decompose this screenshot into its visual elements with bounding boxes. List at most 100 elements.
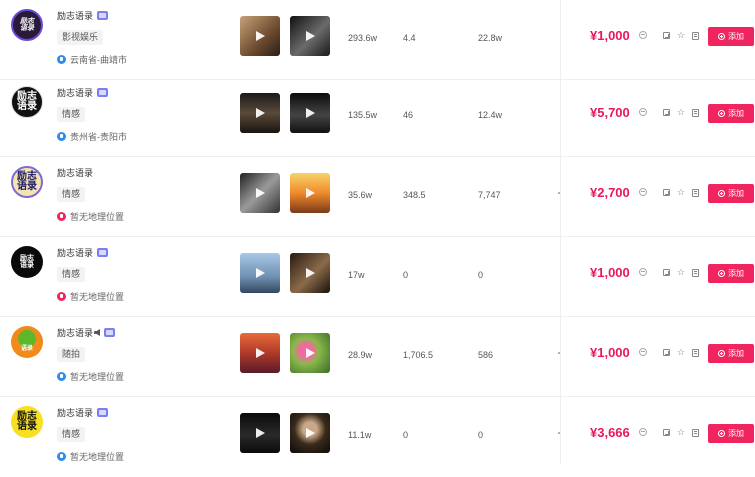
location-text: 暂无地理位置	[70, 372, 125, 382]
avatar[interactable]: 励志 语录	[11, 406, 43, 438]
add-button-label: 添加	[728, 269, 744, 278]
location: 暂无地理位置	[57, 290, 124, 303]
metric-likes: 7,747	[478, 190, 501, 200]
video-thumbnail[interactable]	[290, 93, 330, 133]
account-name[interactable]: 励志语录	[57, 406, 109, 419]
avatar-text: 励志 语录	[17, 170, 37, 192]
edit-icon[interactable]	[663, 109, 670, 116]
avatar[interactable]: 励志 语录	[11, 166, 43, 198]
metric-followers: 135.5w	[348, 110, 378, 120]
plus-circle-icon	[718, 270, 725, 277]
edit-icon[interactable]	[663, 189, 670, 196]
location-icon	[57, 212, 66, 221]
account-name-text: 励志语录	[57, 408, 94, 418]
play-icon	[306, 188, 315, 198]
play-icon	[306, 348, 315, 358]
calendar-icon[interactable]	[692, 189, 699, 197]
table-row[interactable]: 励志 语录 励志语录 情感 暂无地理位置 35.6w 348.5 7,747 ¥…	[0, 157, 755, 237]
metric-engagement: 1,706.5	[403, 350, 434, 360]
edit-icon[interactable]	[663, 349, 670, 356]
video-thumbnail[interactable]	[240, 413, 280, 453]
calendar-icon[interactable]	[692, 32, 699, 40]
vip-badge-icon	[97, 408, 109, 417]
star-icon[interactable]: ☆	[677, 428, 685, 437]
avatar[interactable]: 励志 语录	[11, 86, 43, 118]
avatar[interactable]: 励志 语录	[11, 246, 43, 278]
category-tag: 影视娱乐	[57, 30, 104, 45]
avatar[interactable]: 励志 语录	[11, 9, 43, 41]
location-text: 暂无地理位置	[70, 212, 125, 222]
video-thumbnail[interactable]	[240, 253, 280, 293]
video-thumbnail[interactable]	[240, 173, 280, 213]
add-button-label: 添加	[728, 32, 744, 41]
calendar-icon[interactable]	[692, 349, 699, 357]
video-thumbnail[interactable]	[240, 93, 280, 133]
account-name[interactable]: 励志语录	[57, 9, 109, 22]
account-name[interactable]: 励志语录	[57, 86, 109, 99]
location-icon	[57, 55, 66, 64]
location-icon	[57, 372, 66, 381]
video-thumbnail[interactable]	[290, 173, 330, 213]
account-name[interactable]: 励志语录	[57, 326, 116, 339]
minus-circle-icon[interactable]	[639, 268, 647, 276]
video-thumbnail[interactable]	[290, 333, 330, 373]
add-button[interactable]: 添加	[708, 344, 754, 363]
metric-followers: 35.6w	[348, 190, 373, 200]
star-icon[interactable]: ☆	[677, 348, 685, 357]
account-name-text: 励志语录	[57, 248, 94, 258]
video-thumbnail[interactable]	[290, 16, 330, 56]
table-row[interactable]: 励志 语录 励志语录 情感 暂无地理位置 17w 0 0 ¥1,000 ☆ 添加	[0, 237, 755, 317]
star-icon[interactable]: ☆	[677, 108, 685, 117]
plus-circle-icon	[718, 110, 725, 117]
table-row[interactable]: 励志 语录 励志语录 情感 暂无地理位置 11.1w 0 0 ¥3,666 ☆ …	[0, 397, 755, 477]
minus-circle-icon[interactable]	[639, 188, 647, 196]
plus-circle-icon	[718, 350, 725, 357]
account-name[interactable]: 励志语录	[57, 166, 93, 179]
metric-engagement: 4.4	[403, 33, 416, 43]
table-row[interactable]: 语录 励志语录 随拍 暂无地理位置 28.9w 1,706.5 586 ¥1,0…	[0, 317, 755, 397]
edit-icon[interactable]	[663, 269, 670, 276]
star-icon[interactable]: ☆	[677, 31, 685, 40]
add-button[interactable]: 添加	[708, 264, 754, 283]
metric-engagement: 0	[403, 430, 409, 440]
divider-dot	[558, 432, 560, 434]
category-tag: 情感	[57, 187, 86, 202]
star-icon[interactable]: ☆	[677, 188, 685, 197]
minus-circle-icon[interactable]	[639, 428, 647, 436]
add-button[interactable]: 添加	[708, 424, 754, 443]
avatar-text: 语录	[20, 345, 33, 352]
add-button[interactable]: 添加	[708, 104, 754, 123]
price: ¥2,700	[590, 185, 630, 200]
table-row[interactable]: 励志 语录 励志语录 情感 贵州省-贵阳市 135.5w 46 12.4w ¥5…	[0, 77, 755, 157]
metric-likes: 0	[478, 430, 484, 440]
minus-circle-icon[interactable]	[639, 31, 647, 39]
video-thumbnail[interactable]	[240, 16, 280, 56]
account-name-text: 励志语录	[57, 328, 94, 338]
category-tag: 情感	[57, 427, 86, 442]
add-button[interactable]: 添加	[708, 184, 754, 203]
calendar-icon[interactable]	[692, 429, 699, 437]
account-name[interactable]: 励志语录	[57, 246, 109, 259]
minus-circle-icon[interactable]	[639, 348, 647, 356]
location: 暂无地理位置	[57, 450, 124, 463]
calendar-icon[interactable]	[692, 269, 699, 277]
minus-circle-icon[interactable]	[639, 108, 647, 116]
price: ¥3,666	[590, 425, 630, 440]
category-tag: 随拍	[57, 347, 86, 362]
metric-followers: 17w	[348, 270, 365, 280]
edit-icon[interactable]	[663, 429, 670, 436]
star-icon[interactable]: ☆	[677, 268, 685, 277]
location-text: 云南省-曲靖市	[70, 55, 127, 65]
add-button[interactable]: 添加	[708, 27, 754, 46]
divider-dot	[558, 192, 560, 194]
edit-icon[interactable]	[663, 32, 670, 39]
table-row[interactable]: 励志 语录 励志语录 影视娱乐 云南省-曲靖市 293.6w 4.4 22.8w…	[0, 0, 755, 80]
calendar-icon[interactable]	[692, 109, 699, 117]
video-thumbnail[interactable]	[290, 413, 330, 453]
video-thumbnail[interactable]	[290, 253, 330, 293]
location: 暂无地理位置	[57, 210, 124, 223]
video-thumbnail[interactable]	[240, 333, 280, 373]
avatar[interactable]: 语录	[11, 326, 43, 358]
location-text: 暂无地理位置	[70, 292, 125, 302]
play-icon	[256, 428, 265, 438]
